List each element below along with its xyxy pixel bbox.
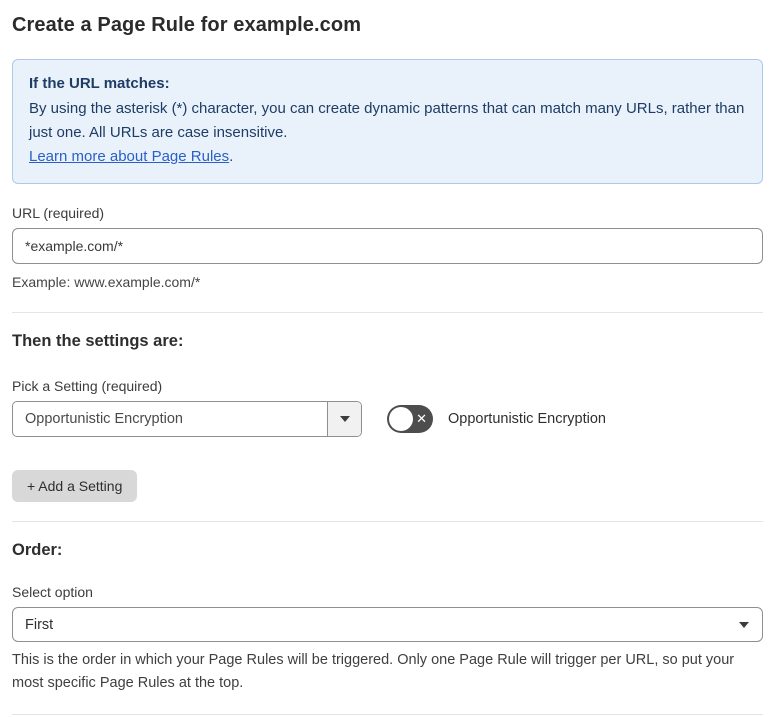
settings-section-heading: Then the settings are: xyxy=(12,332,184,350)
create-page-rule-form: Create a Page Rule for example.com If th… xyxy=(0,0,775,717)
add-setting-button[interactable]: + Add a Setting xyxy=(12,470,138,502)
order-section-heading: Order: xyxy=(12,541,63,559)
order-help-text: This is the order in which your Page Rul… xyxy=(12,652,735,691)
divider xyxy=(12,521,763,522)
caret-down-icon xyxy=(739,622,749,628)
url-matches-info-box: If the URL matches: By using the asteris… xyxy=(12,59,763,184)
order-select[interactable]: First xyxy=(12,607,763,642)
divider xyxy=(12,714,763,715)
setting-dropdown[interactable]: Opportunistic Encryption xyxy=(12,401,362,437)
opportunistic-encryption-toggle-group: ✕ Opportunistic Encryption xyxy=(387,405,606,433)
toggle-label: Opportunistic Encryption xyxy=(448,411,606,427)
opportunistic-encryption-toggle[interactable]: ✕ xyxy=(387,405,433,433)
caret-down-icon xyxy=(339,416,350,422)
link-period: . xyxy=(229,148,234,165)
learn-more-link[interactable]: Learn more about Page Rules xyxy=(29,148,229,165)
info-box-heading: If the URL matches: xyxy=(29,75,170,92)
info-box-body: By using the asterisk (*) character, you… xyxy=(29,100,745,141)
setting-dropdown-arrow-button[interactable] xyxy=(327,402,361,436)
url-field-label: URL (required) xyxy=(12,205,105,221)
page-title: Create a Page Rule for example.com xyxy=(12,14,362,36)
divider xyxy=(12,312,763,313)
setting-row: Opportunistic Encryption ✕ Opportunistic… xyxy=(12,401,763,437)
pick-setting-label: Pick a Setting (required) xyxy=(12,378,163,394)
order-select-value: First xyxy=(25,616,54,633)
url-input[interactable] xyxy=(12,228,763,264)
select-option-label: Select option xyxy=(12,584,93,600)
url-example-text: Example: www.example.com/* xyxy=(12,274,201,290)
toggle-knob xyxy=(389,407,413,431)
x-icon: ✕ xyxy=(416,411,427,426)
setting-dropdown-value: Opportunistic Encryption xyxy=(25,411,183,427)
